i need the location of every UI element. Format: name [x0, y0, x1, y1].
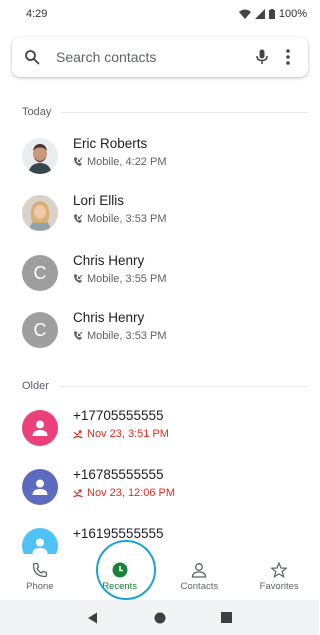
- contact-name: Chris Henry: [73, 253, 145, 268]
- person-icon: [32, 479, 48, 495]
- phone-icon: [32, 562, 48, 578]
- section-title: Today: [22, 106, 52, 118]
- call-log-item[interactable]: +17705555555 Nov 23, 3:51 PM: [0, 404, 319, 460]
- missed-call-icon: [73, 489, 83, 498]
- call-detail: Mobile, 3:53 PM: [73, 330, 166, 342]
- overview-icon[interactable]: [220, 612, 232, 623]
- missed-call-icon: [73, 430, 83, 439]
- call-detail-text: Mobile, 3:55 PM: [87, 273, 167, 285]
- incoming-call-icon: [74, 214, 83, 223]
- call-log-item[interactable]: Lori Ellis Mobile, 3:53 PM: [0, 189, 319, 245]
- call-detail-text: Mobile, 3:53 PM: [87, 330, 167, 342]
- bottom-navigation: Phone Recents Contacts Favorites: [0, 554, 319, 600]
- battery-icon: [268, 9, 275, 19]
- call-log-item[interactable]: +16785555555 Nov 23, 12:06 PM: [0, 463, 319, 519]
- call-detail-text: Mobile, 3:53 PM: [87, 213, 167, 225]
- incoming-call-icon: [74, 157, 83, 166]
- person-icon: [32, 538, 48, 554]
- contact-name: Chris Henry: [73, 310, 145, 325]
- avatar: [22, 138, 58, 174]
- avatar: [22, 195, 58, 231]
- avatar: [22, 410, 58, 446]
- search-icon[interactable]: [24, 49, 52, 65]
- contact-name: Lori Ellis: [73, 193, 125, 208]
- call-detail: Mobile, 3:53 PM: [73, 213, 166, 225]
- nav-phone[interactable]: Phone: [0, 554, 80, 600]
- contact-name: +16195555555: [73, 526, 164, 541]
- back-icon[interactable]: [87, 612, 99, 624]
- status-icons: 100%: [238, 8, 307, 20]
- wifi-icon: [238, 9, 251, 19]
- star-outline-icon: [271, 562, 288, 578]
- contact-name: Eric Roberts: [73, 136, 148, 151]
- nav-favorites[interactable]: Favorites: [239, 554, 319, 600]
- call-detail-text: Mobile, 4:22 PM: [87, 156, 167, 168]
- search-input[interactable]: Search contacts: [52, 49, 248, 65]
- incoming-call-icon: [74, 331, 83, 340]
- call-log-item[interactable]: C Chris Henry Mobile, 3:55 PM: [0, 249, 319, 305]
- incoming-call-icon: [74, 274, 83, 283]
- status-bar: 4:29 100%: [0, 0, 319, 28]
- section-header-today: Today: [22, 106, 308, 118]
- home-icon[interactable]: [154, 612, 166, 624]
- call-detail: Mobile, 3:55 PM: [73, 273, 166, 285]
- contact-name: +16785555555: [73, 467, 164, 482]
- divider: [58, 385, 308, 387]
- call-detail: Mobile, 4:22 PM: [73, 156, 166, 168]
- person-icon: [32, 420, 48, 436]
- call-detail-text: Nov 23, 3:51 PM: [87, 428, 169, 440]
- avatar: C: [22, 312, 58, 348]
- avatar: [22, 469, 58, 505]
- contact-name: +17705555555: [73, 408, 164, 423]
- call-log-item[interactable]: Eric Roberts Mobile, 4:22 PM: [0, 132, 319, 188]
- status-time: 4:29: [26, 8, 48, 20]
- search-bar[interactable]: Search contacts: [12, 37, 308, 77]
- call-log-item[interactable]: C Chris Henry Mobile, 3:53 PM: [0, 306, 319, 362]
- recents-highlight-ring: [96, 540, 156, 600]
- call-detail-text: Nov 23, 12:06 PM: [87, 487, 176, 499]
- more-options-icon[interactable]: [276, 49, 300, 65]
- call-detail: Nov 23, 3:51 PM: [73, 428, 169, 440]
- nav-label: Favorites: [259, 581, 299, 592]
- call-detail: Nov 23, 12:06 PM: [73, 487, 175, 499]
- battery-percent: 100%: [278, 8, 307, 20]
- section-title: Older: [22, 380, 49, 392]
- system-navigation-bar: [0, 600, 319, 635]
- nav-contacts[interactable]: Contacts: [160, 554, 240, 600]
- mic-icon[interactable]: [248, 49, 276, 65]
- nav-label: Phone: [26, 581, 54, 592]
- section-header-older: Older: [22, 380, 308, 392]
- person-outline-icon: [192, 563, 207, 578]
- signal-icon: [254, 9, 265, 19]
- divider: [61, 111, 308, 113]
- avatar: C: [22, 255, 58, 291]
- nav-label: Contacts: [180, 581, 219, 592]
